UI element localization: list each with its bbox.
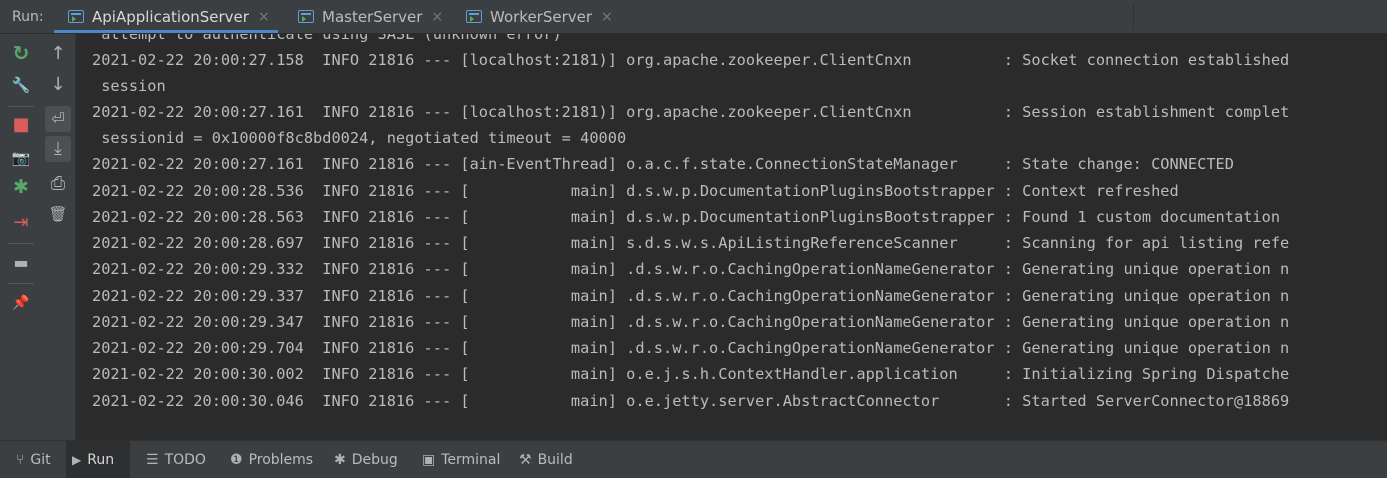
console-line: 2021-02-22 20:00:30.002 INFO 21816 --- [… — [92, 365, 1290, 383]
layout-icon[interactable]: ▬ — [10, 252, 32, 274]
camera-icon[interactable]: 📷 — [10, 147, 32, 169]
problems-icon: ❶ — [230, 451, 243, 468]
arrow-down-icon[interactable]: ↓ — [47, 74, 69, 96]
build-hammer-icon: ⚒ — [519, 451, 532, 468]
console-line: attempt to authenticate using SASL (unkn… — [92, 34, 562, 43]
tool-window-bar: ⑂ Git ▶ Run ☰ TODO ❶ Problems ✱ Debug ▣ … — [0, 440, 1387, 478]
tool-tab-label: Terminal — [441, 451, 501, 468]
console-line: 2021-02-22 20:00:27.161 INFO 21816 --- [… — [92, 155, 1234, 173]
tool-tab-git[interactable]: ⑂ Git — [10, 441, 57, 478]
tool-tab-label: Debug — [351, 451, 398, 468]
console-line: 2021-02-22 20:00:28.536 INFO 21816 --- [… — [92, 182, 1179, 200]
tool-tab-todo[interactable]: ☰ TODO — [140, 441, 212, 478]
console-line: 2021-02-22 20:00:28.563 INFO 21816 --- [… — [92, 208, 1281, 226]
console-line: 2021-02-22 20:00:29.332 INFO 21816 --- [… — [92, 260, 1290, 278]
arrow-up-icon[interactable]: ↑ — [47, 43, 69, 65]
pin-icon[interactable]: 📌 — [10, 292, 32, 314]
tab-worker-server[interactable]: WorkerServer × — [466, 0, 613, 33]
run-icon: ▶ — [72, 452, 82, 467]
print-icon[interactable]: ⎙ — [47, 173, 69, 195]
tab-label: WorkerServer — [490, 7, 593, 26]
console-line: 2021-02-22 20:00:28.697 INFO 21816 --- [… — [92, 234, 1290, 252]
debug-icon: ✱ — [334, 451, 346, 468]
tool-tab-debug[interactable]: ✱ Debug — [328, 441, 404, 478]
run-label: Run: — [12, 9, 44, 25]
application-icon — [68, 10, 84, 23]
application-icon — [466, 10, 482, 23]
console-line: session — [92, 77, 166, 95]
console-output[interactable]: attempt to authenticate using SASL (unkn… — [77, 34, 1387, 440]
tab-master-server[interactable]: MasterServer × — [298, 0, 443, 33]
trash-icon[interactable]: 🗑 — [47, 203, 69, 225]
tool-tab-label: Run — [87, 451, 115, 468]
close-icon[interactable]: × — [258, 9, 270, 25]
tab-label: MasterServer — [322, 7, 423, 26]
tool-tab-label: Git — [30, 451, 51, 468]
wrench-icon[interactable]: 🔧 — [10, 74, 32, 96]
console-line: 2021-02-22 20:00:29.347 INFO 21816 --- [… — [92, 313, 1290, 331]
rerun-icon[interactable]: ↻ — [10, 42, 32, 64]
tool-tab-problems[interactable]: ❶ Problems — [224, 441, 319, 478]
console-line: 2021-02-22 20:00:30.046 INFO 21816 --- [… — [92, 392, 1290, 410]
run-tab-bar: Run: ApiApplicationServer × MasterServer… — [0, 0, 1387, 34]
console-line: sessionid = 0x10000f8c8bd0024, negotiate… — [92, 129, 627, 147]
debug-bug-icon[interactable]: ✱ — [10, 176, 32, 198]
exit-icon[interactable]: ⇥ — [10, 212, 32, 234]
tool-tab-label: Build — [537, 451, 573, 468]
soft-wrap-icon[interactable]: ⏎ — [45, 106, 71, 132]
divider — [8, 106, 34, 107]
tool-tab-build[interactable]: ⚒ Build — [513, 441, 579, 478]
console-line: 2021-02-22 20:00:29.704 INFO 21816 --- [… — [92, 339, 1290, 357]
git-branch-icon: ⑂ — [16, 451, 25, 468]
tab-api-application-server[interactable]: ApiApplicationServer × — [54, 0, 278, 33]
tool-tab-run[interactable]: ▶ Run — [66, 441, 130, 478]
todo-list-icon: ☰ — [146, 451, 159, 468]
terminal-icon: ▣ — [422, 451, 436, 468]
tab-label: ApiApplicationServer — [92, 7, 249, 26]
stop-icon[interactable]: ■ — [10, 114, 32, 136]
console-line: 2021-02-22 20:00:27.161 INFO 21816 --- [… — [92, 103, 1290, 121]
close-icon[interactable]: × — [431, 9, 443, 25]
divider — [8, 243, 34, 244]
console-toolbar: ↑ ↓ ⏎ ⤓ ⎙ 🗑 — [42, 34, 76, 440]
scroll-to-end-icon[interactable]: ⤓ — [45, 136, 71, 162]
console-line: 2021-02-22 20:00:27.158 INFO 21816 --- [… — [92, 51, 1290, 69]
close-icon[interactable]: × — [601, 9, 613, 25]
tool-tab-label: Problems — [248, 451, 314, 468]
tool-tab-label: TODO — [164, 451, 206, 468]
application-icon — [298, 10, 314, 23]
run-toolbar: ↻ 🔧 ■ 📷 ✱ ⇥ ▬ 📌 — [0, 34, 42, 440]
console-line: 2021-02-22 20:00:29.337 INFO 21816 --- [… — [92, 287, 1290, 305]
divider — [1133, 4, 1134, 30]
tool-tab-terminal[interactable]: ▣ Terminal — [416, 441, 506, 478]
divider — [8, 283, 34, 284]
